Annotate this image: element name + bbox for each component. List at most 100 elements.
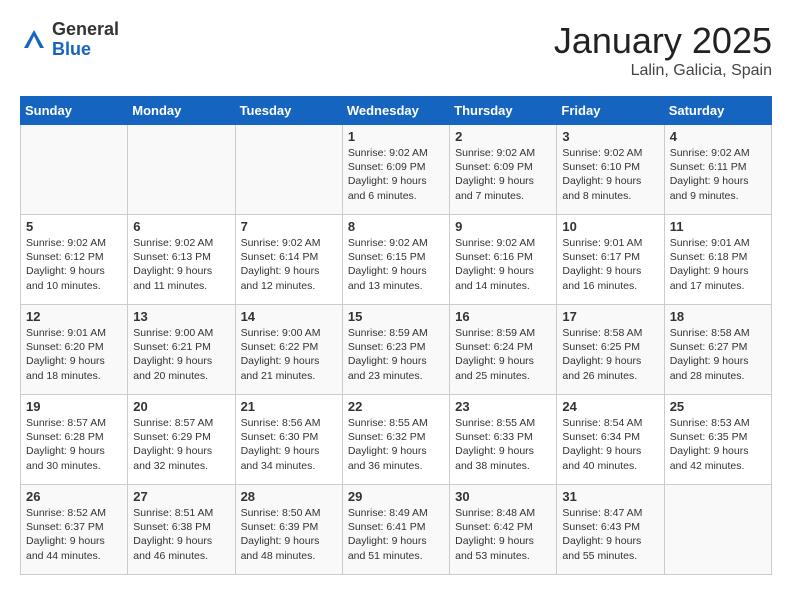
day-info-line: Sunset: 6:09 PM: [455, 160, 551, 174]
calendar-week-row: 19Sunrise: 8:57 AMSunset: 6:28 PMDayligh…: [21, 395, 772, 485]
day-number: 18: [670, 309, 766, 324]
day-info-line: Sunset: 6:20 PM: [26, 340, 122, 354]
day-info-line: Daylight: 9 hours and 16 minutes.: [562, 264, 658, 292]
calendar-cell: [128, 125, 235, 215]
calendar-cell: 9Sunrise: 9:02 AMSunset: 6:16 PMDaylight…: [450, 215, 557, 305]
calendar-cell: 27Sunrise: 8:51 AMSunset: 6:38 PMDayligh…: [128, 485, 235, 575]
day-info-line: Daylight: 9 hours and 53 minutes.: [455, 534, 551, 562]
day-info-line: Daylight: 9 hours and 42 minutes.: [670, 444, 766, 472]
day-info-line: Daylight: 9 hours and 32 minutes.: [133, 444, 229, 472]
day-info-line: Sunset: 6:43 PM: [562, 520, 658, 534]
day-number: 15: [348, 309, 444, 324]
day-info-line: Daylight: 9 hours and 7 minutes.: [455, 174, 551, 202]
day-info-line: Daylight: 9 hours and 46 minutes.: [133, 534, 229, 562]
day-info-line: Sunset: 6:38 PM: [133, 520, 229, 534]
logo-text: General Blue: [52, 20, 119, 60]
day-number: 2: [455, 129, 551, 144]
calendar-cell: 7Sunrise: 9:02 AMSunset: 6:14 PMDaylight…: [235, 215, 342, 305]
calendar-cell: 30Sunrise: 8:48 AMSunset: 6:42 PMDayligh…: [450, 485, 557, 575]
page-header: General Blue January 2025 Lalin, Galicia…: [20, 20, 772, 80]
day-info-line: Sunset: 6:21 PM: [133, 340, 229, 354]
day-info-line: Daylight: 9 hours and 10 minutes.: [26, 264, 122, 292]
day-number: 8: [348, 219, 444, 234]
day-info-line: Daylight: 9 hours and 38 minutes.: [455, 444, 551, 472]
calendar-week-row: 1Sunrise: 9:02 AMSunset: 6:09 PMDaylight…: [21, 125, 772, 215]
day-number: 10: [562, 219, 658, 234]
day-info-line: Sunset: 6:34 PM: [562, 430, 658, 444]
day-number: 14: [241, 309, 337, 324]
location-text: Lalin, Galicia, Spain: [554, 62, 772, 80]
weekday-header-friday: Friday: [557, 97, 664, 125]
day-info-line: Sunrise: 8:59 AM: [455, 326, 551, 340]
calendar-cell: 13Sunrise: 9:00 AMSunset: 6:21 PMDayligh…: [128, 305, 235, 395]
day-info-line: Sunrise: 8:48 AM: [455, 506, 551, 520]
day-info-line: Daylight: 9 hours and 23 minutes.: [348, 354, 444, 382]
day-info-line: Daylight: 9 hours and 36 minutes.: [348, 444, 444, 472]
day-number: 5: [26, 219, 122, 234]
calendar-cell: [21, 125, 128, 215]
day-number: 20: [133, 399, 229, 414]
day-info-line: Sunset: 6:25 PM: [562, 340, 658, 354]
calendar-cell: 26Sunrise: 8:52 AMSunset: 6:37 PMDayligh…: [21, 485, 128, 575]
day-info-line: Sunrise: 8:50 AM: [241, 506, 337, 520]
day-info-line: Sunrise: 9:02 AM: [455, 146, 551, 160]
day-info-line: Sunrise: 8:58 AM: [670, 326, 766, 340]
day-number: 22: [348, 399, 444, 414]
title-block: January 2025 Lalin, Galicia, Spain: [554, 20, 772, 80]
day-number: 9: [455, 219, 551, 234]
day-info-line: Sunset: 6:16 PM: [455, 250, 551, 264]
day-info-line: Sunset: 6:12 PM: [26, 250, 122, 264]
day-info-line: Sunrise: 9:02 AM: [26, 236, 122, 250]
day-number: 28: [241, 489, 337, 504]
weekday-header-monday: Monday: [128, 97, 235, 125]
day-info-line: Sunset: 6:42 PM: [455, 520, 551, 534]
day-info-line: Sunset: 6:22 PM: [241, 340, 337, 354]
day-info-line: Daylight: 9 hours and 20 minutes.: [133, 354, 229, 382]
day-info-line: Sunrise: 8:56 AM: [241, 416, 337, 430]
calendar-cell: 17Sunrise: 8:58 AMSunset: 6:25 PMDayligh…: [557, 305, 664, 395]
day-info-line: Sunrise: 9:02 AM: [348, 236, 444, 250]
day-info-line: Sunset: 6:23 PM: [348, 340, 444, 354]
calendar-cell: 3Sunrise: 9:02 AMSunset: 6:10 PMDaylight…: [557, 125, 664, 215]
calendar-cell: 4Sunrise: 9:02 AMSunset: 6:11 PMDaylight…: [664, 125, 771, 215]
calendar-cell: 12Sunrise: 9:01 AMSunset: 6:20 PMDayligh…: [21, 305, 128, 395]
day-info-line: Sunrise: 8:57 AM: [133, 416, 229, 430]
day-number: 4: [670, 129, 766, 144]
month-title: January 2025: [554, 20, 772, 62]
day-info-line: Daylight: 9 hours and 11 minutes.: [133, 264, 229, 292]
day-info-line: Sunrise: 8:49 AM: [348, 506, 444, 520]
day-info-line: Daylight: 9 hours and 48 minutes.: [241, 534, 337, 562]
weekday-header-sunday: Sunday: [21, 97, 128, 125]
day-info-line: Daylight: 9 hours and 18 minutes.: [26, 354, 122, 382]
day-info-line: Sunrise: 9:02 AM: [241, 236, 337, 250]
day-info-line: Sunset: 6:35 PM: [670, 430, 766, 444]
day-info-line: Daylight: 9 hours and 51 minutes.: [348, 534, 444, 562]
day-info-line: Sunset: 6:27 PM: [670, 340, 766, 354]
day-info-line: Daylight: 9 hours and 21 minutes.: [241, 354, 337, 382]
day-info-line: Sunrise: 9:00 AM: [241, 326, 337, 340]
day-number: 6: [133, 219, 229, 234]
calendar-cell: [235, 125, 342, 215]
calendar-cell: 29Sunrise: 8:49 AMSunset: 6:41 PMDayligh…: [342, 485, 449, 575]
day-info-line: Daylight: 9 hours and 28 minutes.: [670, 354, 766, 382]
day-info-line: Sunrise: 9:02 AM: [348, 146, 444, 160]
calendar-cell: 21Sunrise: 8:56 AMSunset: 6:30 PMDayligh…: [235, 395, 342, 485]
day-number: 3: [562, 129, 658, 144]
calendar-cell: 25Sunrise: 8:53 AMSunset: 6:35 PMDayligh…: [664, 395, 771, 485]
day-info-line: Daylight: 9 hours and 30 minutes.: [26, 444, 122, 472]
calendar-cell: 16Sunrise: 8:59 AMSunset: 6:24 PMDayligh…: [450, 305, 557, 395]
calendar-week-row: 12Sunrise: 9:01 AMSunset: 6:20 PMDayligh…: [21, 305, 772, 395]
logo-general-text: General: [52, 20, 119, 40]
day-info-line: Sunrise: 8:52 AM: [26, 506, 122, 520]
day-info-line: Sunset: 6:29 PM: [133, 430, 229, 444]
day-info-line: Sunset: 6:41 PM: [348, 520, 444, 534]
day-info-line: Sunset: 6:32 PM: [348, 430, 444, 444]
day-info-line: Sunset: 6:28 PM: [26, 430, 122, 444]
day-info-line: Sunset: 6:24 PM: [455, 340, 551, 354]
day-info-line: Daylight: 9 hours and 17 minutes.: [670, 264, 766, 292]
day-info-line: Daylight: 9 hours and 44 minutes.: [26, 534, 122, 562]
day-info-line: Sunrise: 8:57 AM: [26, 416, 122, 430]
day-number: 13: [133, 309, 229, 324]
day-info-line: Daylight: 9 hours and 13 minutes.: [348, 264, 444, 292]
calendar-cell: [664, 485, 771, 575]
